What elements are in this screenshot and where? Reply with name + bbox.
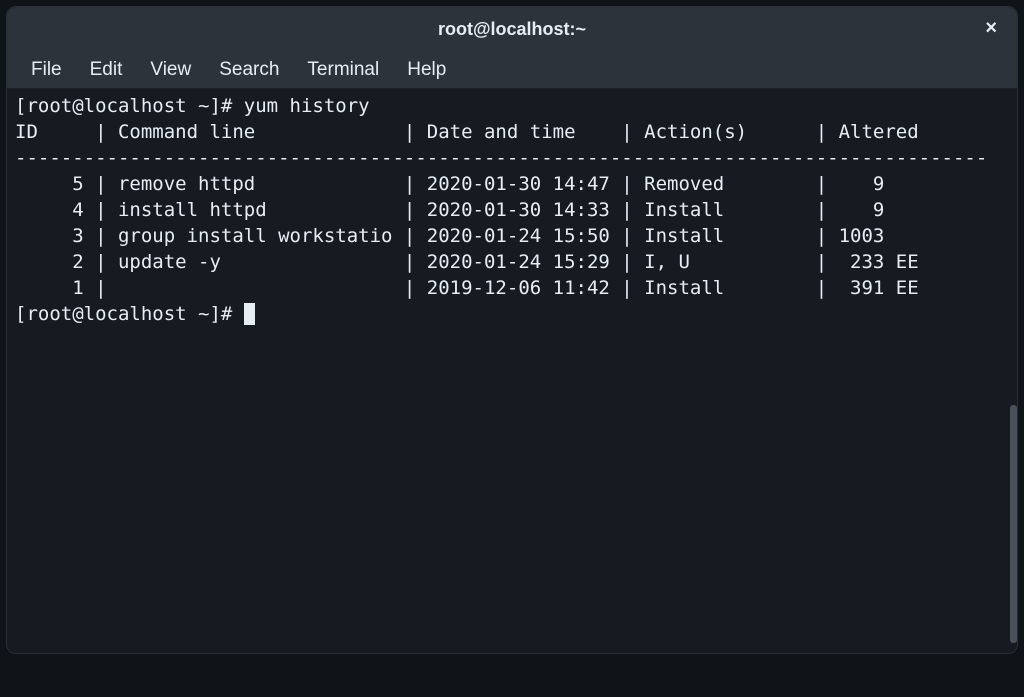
menu-view[interactable]: View	[136, 55, 205, 85]
scrollbar[interactable]	[1010, 89, 1017, 649]
menu-file[interactable]: File	[17, 55, 76, 85]
close-icon[interactable]: ×	[979, 15, 1003, 42]
terminal-output[interactable]: [root@localhost ~]# yum history ID | Com…	[7, 89, 1017, 653]
menu-help[interactable]: Help	[393, 55, 460, 85]
terminal-window: root@localhost:~ × File Edit View Search…	[6, 6, 1018, 654]
menu-terminal[interactable]: Terminal	[293, 55, 393, 85]
titlebar[interactable]: root@localhost:~ ×	[7, 7, 1017, 51]
scrollbar-thumb[interactable]	[1010, 405, 1017, 643]
menu-edit[interactable]: Edit	[76, 55, 137, 85]
menubar: File Edit View Search Terminal Help	[7, 51, 1017, 89]
window-title: root@localhost:~	[438, 19, 586, 40]
menu-search[interactable]: Search	[205, 55, 293, 85]
cursor-icon	[244, 303, 255, 325]
